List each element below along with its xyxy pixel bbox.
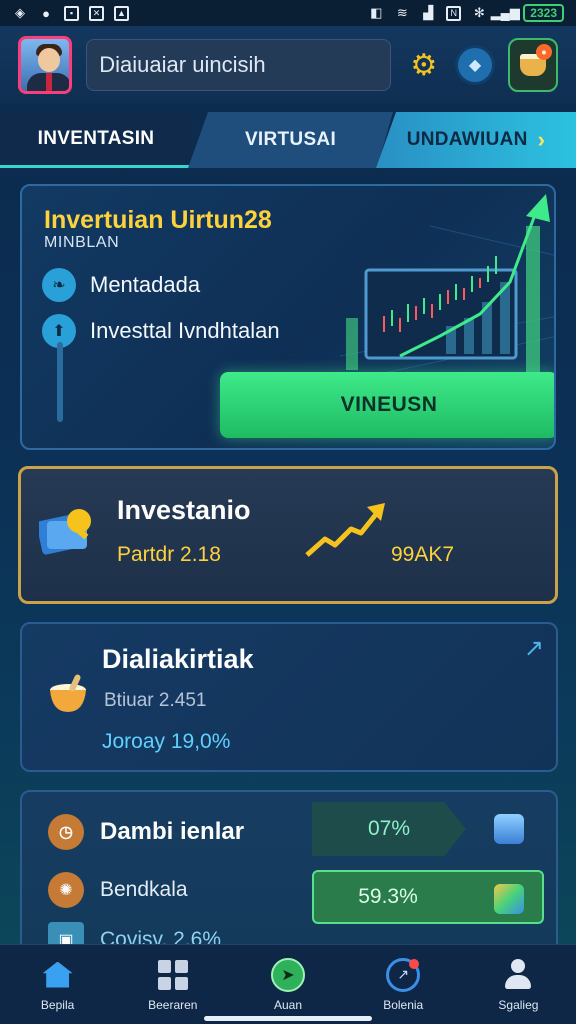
chrome-icon: ● bbox=[42, 5, 50, 21]
nav-label: Beeraren bbox=[148, 997, 198, 1012]
investment-title: Investanio bbox=[117, 495, 251, 525]
compass-icon: ➤ bbox=[271, 957, 305, 992]
wifi-icon: ≋ bbox=[396, 5, 408, 20]
colorful-cube-icon bbox=[494, 884, 524, 914]
investment-card[interactable]: Investanio Partdr 2.18 99AK7 bbox=[18, 466, 558, 604]
bluetooth-icon: ✻ bbox=[473, 5, 485, 20]
card2-line2: Joroay 19,0% bbox=[102, 730, 231, 753]
card3-row-label: Dambi ienlar bbox=[100, 818, 245, 845]
pill-value: 59.3% bbox=[358, 885, 418, 908]
dialiakirtiak-card[interactable]: Dialiakirtiak ↗ Btiuar 2.451 Joroay 19,0… bbox=[20, 622, 558, 772]
pill-value: 07% bbox=[367, 817, 411, 840]
grid-icon bbox=[157, 959, 188, 990]
nav-item-home[interactable]: Bepila bbox=[0, 945, 115, 1024]
x-icon: ✕ bbox=[89, 5, 104, 21]
bottom-navigation: Bepila Beeraren ➤ Auan ↗ Bolenia Sgalieg bbox=[0, 944, 576, 1024]
tab-virtusai[interactable]: VIRTUSAI bbox=[188, 112, 393, 168]
trend-up-icon bbox=[305, 503, 385, 557]
avatar[interactable] bbox=[18, 36, 73, 94]
ticket-icon bbox=[39, 509, 91, 555]
arrow-up-right-icon[interactable]: ↗ bbox=[524, 634, 544, 663]
card3-row-2[interactable]: ✺ Bendkala bbox=[48, 872, 188, 908]
nav-label: Auan bbox=[273, 997, 303, 1012]
compass-badge-icon: ◆ bbox=[457, 48, 492, 82]
hero-option-label: Investtal Ivndhtalan bbox=[90, 318, 280, 343]
settings-button[interactable]: ⚙ bbox=[405, 45, 442, 85]
nav-item-portfolio[interactable]: Beeraren bbox=[115, 945, 230, 1024]
cube-icon bbox=[494, 814, 524, 844]
signal-icon: ▟ bbox=[423, 5, 434, 20]
nav-item-explore[interactable]: ➤ Auan bbox=[230, 945, 345, 1024]
card2-title: Dialiakirtiak bbox=[102, 644, 254, 674]
tab-bar: INVENTASIN VIRTUSAI UNDAWIUAN › bbox=[0, 104, 576, 168]
hero-option-label: Mentadada bbox=[90, 272, 201, 297]
card3-row-label: Bendkala bbox=[100, 878, 188, 901]
battery-indicator: 2323 bbox=[523, 4, 564, 22]
hero-title: Invertuian Uirtun28 bbox=[44, 206, 272, 234]
tab-label: VIRTUSAI bbox=[244, 129, 337, 150]
search-input[interactable]: Diaiuaiar uincisih bbox=[86, 39, 392, 91]
search-input-value: Diaiuaiar uincisih bbox=[99, 52, 266, 77]
nav-label: Bolenia bbox=[383, 997, 424, 1012]
hero-card: Invertuian Uirtun28 MINBLAN ❧ Mentadada … bbox=[20, 184, 556, 450]
rewards-button[interactable]: ● bbox=[507, 38, 558, 92]
notifications-button[interactable]: ◆ bbox=[456, 45, 493, 85]
nav-item-profile[interactable]: Sgalieg bbox=[461, 945, 576, 1024]
home-icon bbox=[42, 961, 73, 988]
nav-item-activity[interactable]: ↗ Bolenia bbox=[346, 945, 461, 1024]
percent-pill-1[interactable]: 07% bbox=[312, 802, 466, 856]
card2-line1: Btiuar 2.451 bbox=[104, 690, 207, 711]
cta-label: VINEUSN bbox=[340, 393, 438, 416]
cookie-icon: ✺ bbox=[48, 872, 84, 908]
home-indicator[interactable] bbox=[204, 1016, 372, 1021]
activity-icon: ↗ bbox=[386, 957, 421, 992]
mortar-icon bbox=[50, 674, 86, 712]
status-bar: ◈ ● ▪ ✕ ▲ ◧ ≋ ▟ N ✻ ▂▄▆ 2323 bbox=[0, 0, 576, 26]
stock-chart-illustration bbox=[340, 194, 554, 376]
dambi-card[interactable]: ◷ Dambi ienlar ✺ Bendkala ▣ Covisv. 2.6%… bbox=[20, 790, 558, 960]
tab-undawiuan[interactable]: UNDAWIUAN › bbox=[376, 112, 576, 168]
primary-cta-button[interactable]: VINEUSN bbox=[220, 372, 554, 438]
user-icon bbox=[503, 958, 533, 991]
mute-icon: ◧ bbox=[370, 5, 383, 20]
tab-inventasin[interactable]: INVENTASIN bbox=[0, 112, 192, 168]
hero-option-investtal[interactable]: ⬆ Investtal Ivndhtalan bbox=[42, 314, 280, 348]
nav-label: Bepila bbox=[40, 997, 75, 1012]
hero-option-mentadada[interactable]: ❧ Mentadada bbox=[42, 268, 200, 302]
image-icon: ▲ bbox=[114, 5, 129, 21]
clock-icon: ◷ bbox=[48, 814, 84, 850]
card3-row-1[interactable]: ◷ Dambi ienlar bbox=[48, 814, 244, 850]
calendar-icon: ▪ bbox=[64, 5, 79, 21]
leaf-icon: ❧ bbox=[42, 268, 76, 302]
investment-value: Partdr 2.18 bbox=[117, 543, 221, 566]
nfc-icon: N bbox=[446, 5, 462, 21]
hero-subtitle: MINBLAN bbox=[44, 234, 120, 251]
app-header: Diaiuaiar uincisih ⚙ ◆ ● bbox=[0, 26, 576, 104]
gear-icon: ⚙ bbox=[410, 48, 438, 82]
vertical-slider[interactable] bbox=[57, 342, 63, 422]
nav-label: Sgalieg bbox=[498, 997, 539, 1012]
chevron-right-icon: › bbox=[537, 127, 546, 152]
tab-label: INVENTASIN bbox=[37, 127, 155, 149]
tab-label: UNDAWIUAN bbox=[406, 129, 528, 150]
investment-right-value: 99AK7 bbox=[391, 543, 455, 566]
cell-signal-icon: ▂▄▆ bbox=[490, 5, 520, 20]
app-notification-icon: ◈ bbox=[15, 5, 25, 20]
badge-dot: ● bbox=[535, 44, 552, 60]
